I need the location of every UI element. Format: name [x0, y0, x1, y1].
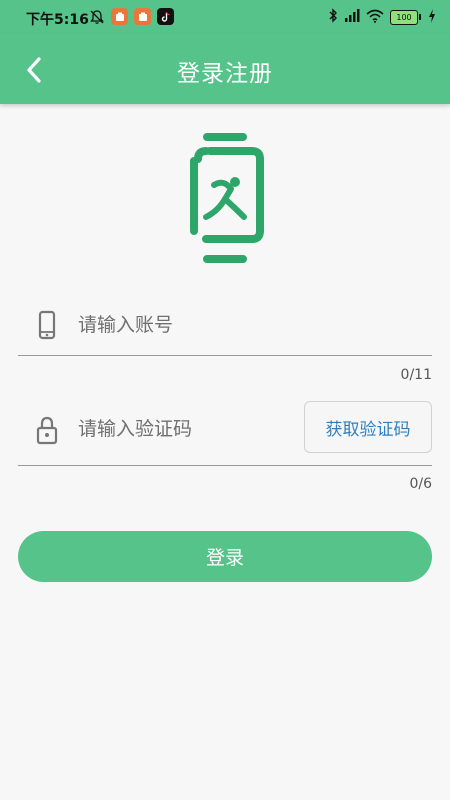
bluetooth-icon: [328, 8, 338, 27]
status-time: 下午5:16: [26, 12, 89, 28]
login-register-screen: 下午5:16 100 登录注册 请输入账号 0/11 请输入验证码 获取验证码 …: [0, 0, 450, 800]
account-field: 0/11: [18, 300, 432, 390]
smartwatch-runner-logo: [184, 131, 266, 267]
status-bar: 下午5:16 100: [0, 0, 450, 34]
battery-level: 100: [396, 12, 412, 22]
signal-icon: [344, 8, 360, 27]
code-input[interactable]: [78, 414, 288, 444]
account-input[interactable]: [78, 310, 418, 340]
battery-icon: 100: [390, 10, 421, 25]
wifi-icon: [366, 9, 384, 27]
mute-bell-icon: [88, 8, 105, 25]
app-notification-icon: [111, 8, 128, 25]
lock-icon: [36, 415, 58, 445]
code-underline: [18, 465, 432, 466]
charging-icon: [428, 8, 436, 27]
get-code-button[interactable]: 获取验证码: [304, 401, 432, 453]
app-bar: 登录注册: [0, 34, 450, 104]
code-char-counter: 0/6: [409, 476, 432, 492]
status-left-icons: [88, 8, 174, 25]
page-title: 登录注册: [177, 61, 273, 87]
tiktok-icon: [157, 8, 174, 25]
login-button[interactable]: 登录: [18, 531, 432, 582]
account-underline: [18, 355, 432, 356]
code-field: 获取验证码 0/6: [18, 400, 432, 500]
app-notification-icon: [134, 8, 151, 25]
status-right-icons: 100: [328, 8, 436, 27]
phone-icon: [36, 310, 58, 340]
account-char-counter: 0/11: [400, 367, 432, 383]
